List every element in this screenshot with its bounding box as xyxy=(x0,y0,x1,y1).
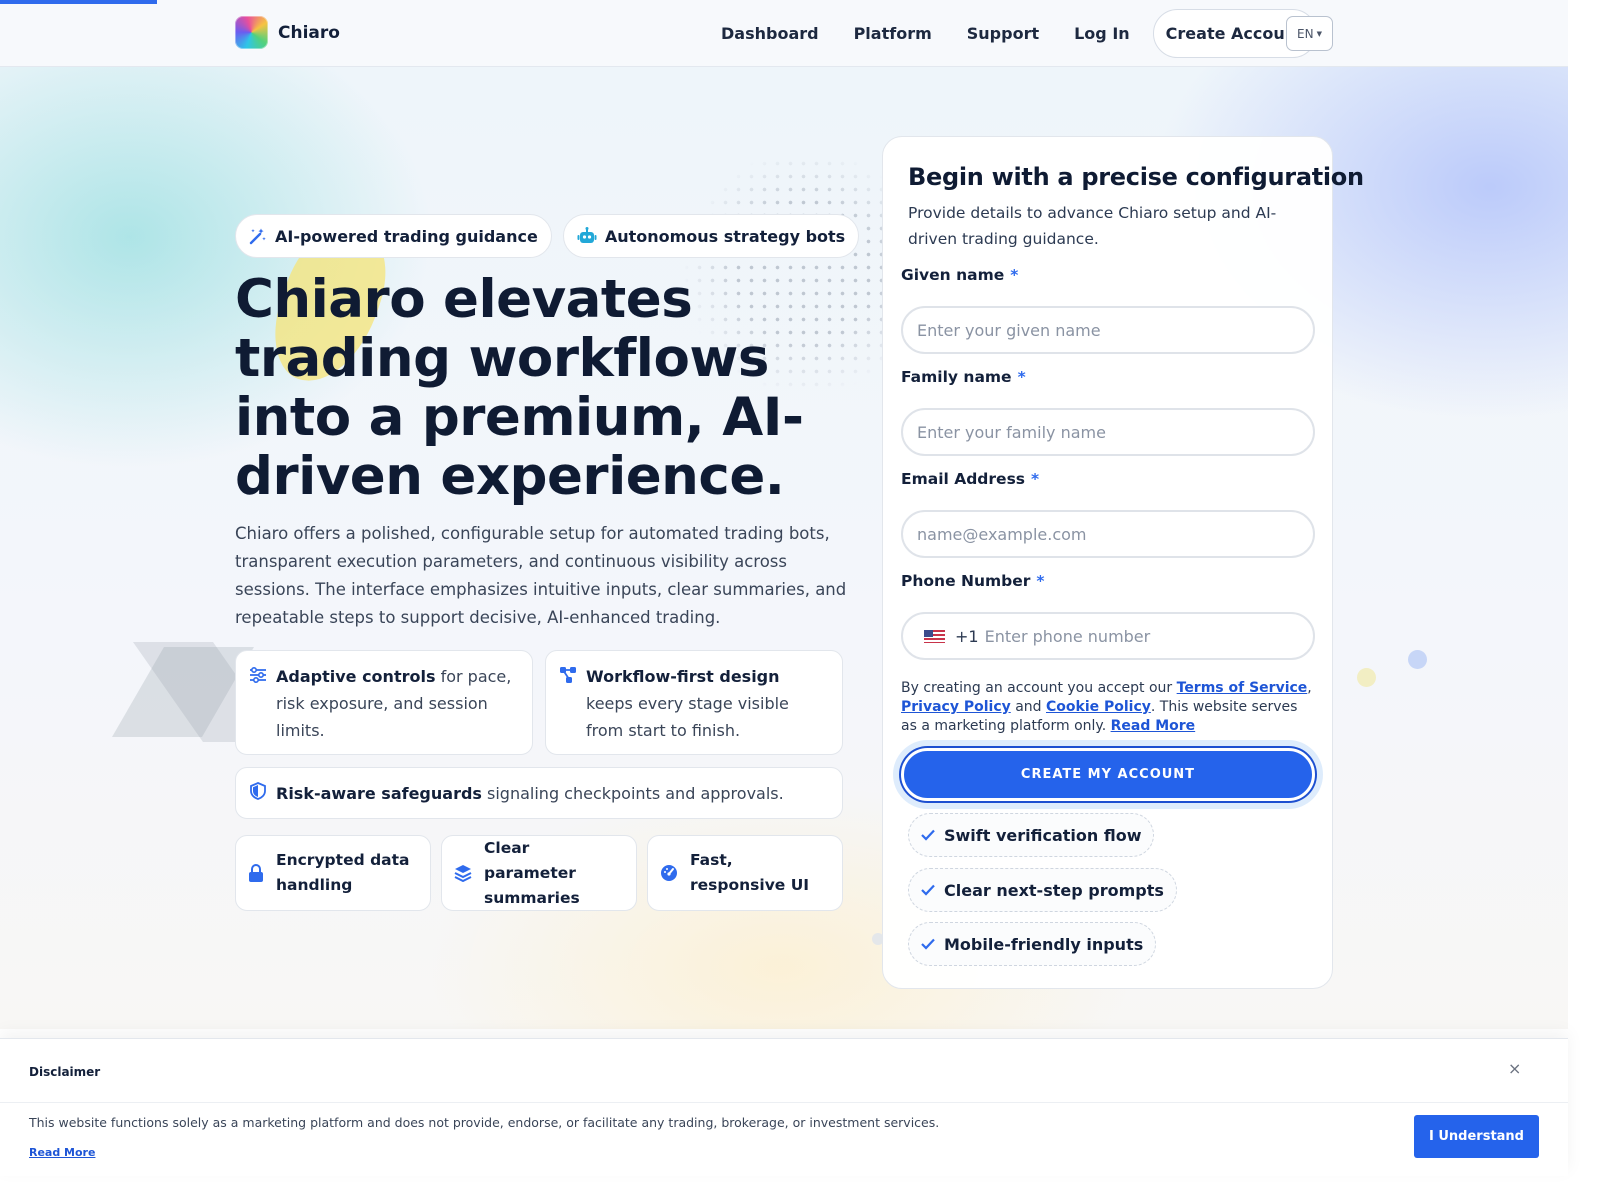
chip-ai-guidance: AI-powered trading guidance xyxy=(235,214,552,258)
disclaimer-banner: Disclaimer × This website functions sole… xyxy=(0,1038,1568,1176)
mini-feature-label: Fast, responsive UI xyxy=(690,851,810,894)
phone-label: Phone Number * xyxy=(901,572,1045,590)
feature-title: Adaptive controls xyxy=(276,667,436,686)
chip-label: AI-powered trading guidance xyxy=(275,226,538,246)
disclaimer-title: Disclaimer xyxy=(29,1065,101,1079)
mini-feature-fast-ui: Fast, responsive UI xyxy=(647,835,843,911)
privacy-policy-link[interactable]: Privacy Policy xyxy=(901,699,1011,715)
terms-of-service-link[interactable]: Terms of Service xyxy=(1177,680,1308,696)
brand-name: Chiaro xyxy=(278,22,340,43)
i-understand-button[interactable]: I Understand xyxy=(1414,1115,1539,1158)
page-progress-bar xyxy=(0,0,157,4)
feature-text: keeps every stage visible from start to … xyxy=(586,694,789,740)
phone-field: +1 xyxy=(901,612,1315,660)
check-icon xyxy=(921,884,935,896)
mini-feature-label: Clear parameter summaries xyxy=(484,838,580,907)
chip-label: Autonomous strategy bots xyxy=(604,226,846,246)
layers-icon xyxy=(454,865,472,882)
feature-text: signaling checkpoints and approvals. xyxy=(481,784,784,803)
required-mark: * xyxy=(1010,266,1019,284)
close-icon[interactable]: × xyxy=(1508,1059,1521,1078)
feature-workflow-design: Workflow-first design keeps every stage … xyxy=(545,650,843,755)
phone-input[interactable] xyxy=(984,626,1313,646)
email-label: Email Address * xyxy=(901,470,1040,488)
family-name-input[interactable] xyxy=(901,408,1315,456)
benefit-label: Swift verification flow xyxy=(944,825,1142,845)
brand-logo-icon xyxy=(235,16,268,49)
us-flag-icon[interactable] xyxy=(924,629,945,643)
nav-dashboard[interactable]: Dashboard xyxy=(721,24,819,43)
magic-wand-icon xyxy=(249,228,266,245)
check-icon xyxy=(921,829,935,841)
chevron-down-icon: ▼ xyxy=(1316,29,1322,38)
robot-icon xyxy=(577,227,597,243)
disclaimer-read-more-link[interactable]: Read More xyxy=(29,1146,95,1159)
family-name-label: Family name * xyxy=(901,368,1026,386)
language-value: EN xyxy=(1297,26,1314,41)
workflow-icon xyxy=(560,667,576,683)
hero-chips: AI-powered trading guidance Autonomous s… xyxy=(235,214,860,258)
benefit-verification: Swift verification flow xyxy=(908,813,1155,857)
benefit-label: Clear next-step prompts xyxy=(944,880,1164,900)
hero-section: AI-powered trading guidance Autonomous s… xyxy=(0,67,1568,1029)
required-mark: * xyxy=(1031,470,1040,488)
nav-support[interactable]: Support xyxy=(967,24,1039,43)
check-icon xyxy=(921,938,935,950)
terms-text: By creating an account you accept our Te… xyxy=(901,680,1312,734)
dial-code[interactable]: +1 xyxy=(955,627,979,646)
required-mark: * xyxy=(1036,572,1045,590)
shield-icon xyxy=(250,782,266,800)
form-subtitle: Provide details to advance Chiaro setup … xyxy=(908,204,1277,248)
chip-strategy-bots: Autonomous strategy bots xyxy=(562,214,860,258)
nav-platform[interactable]: Platform xyxy=(854,24,932,43)
lock-icon xyxy=(249,864,263,882)
form-title: Begin with a precise configuration xyxy=(908,163,1364,191)
hero-description: Chiaro offers a polished, configurable s… xyxy=(235,524,847,627)
benefit-next-steps: Clear next-step prompts xyxy=(908,868,1177,912)
terms-read-more-link[interactable]: Read More xyxy=(1111,718,1196,734)
required-mark: * xyxy=(1017,368,1026,386)
bubble-decoration-yellow xyxy=(1357,668,1376,687)
brand[interactable]: Chiaro xyxy=(235,16,340,49)
feature-title: Workflow-first design xyxy=(586,667,780,686)
mini-feature-summaries: Clear parameter summaries xyxy=(441,835,637,911)
mini-feature-encrypted: Encrypted data handling xyxy=(235,835,431,911)
nav-login[interactable]: Log In xyxy=(1074,24,1130,43)
feature-title: Risk-aware safeguards xyxy=(276,784,482,803)
main-nav: Dashboard Platform Support Log In Create… xyxy=(721,9,1317,58)
given-name-label: Given name * xyxy=(901,266,1019,284)
language-selector[interactable]: EN ▼ xyxy=(1286,16,1333,51)
bubble-decoration-blue xyxy=(1408,650,1427,669)
feature-risk-safeguards: Risk-aware safeguards signaling checkpoi… xyxy=(235,767,843,819)
disclaimer-divider xyxy=(0,1102,1568,1103)
sliders-icon xyxy=(250,666,266,684)
speedometer-icon xyxy=(661,865,677,881)
disclaimer-text: This website functions solely as a marke… xyxy=(29,1115,940,1130)
hero-title: Chiaro elevates trading workflows into a… xyxy=(235,269,804,507)
benefit-label: Mobile-friendly inputs xyxy=(944,934,1144,954)
benefit-mobile: Mobile-friendly inputs xyxy=(908,922,1157,966)
create-my-account-button[interactable]: CREATE MY ACCOUNT xyxy=(901,748,1315,801)
signup-form-panel: Begin with a precise configuration Provi… xyxy=(882,136,1364,989)
given-name-input[interactable] xyxy=(901,306,1315,354)
feature-adaptive-controls: Adaptive controls for pace, risk exposur… xyxy=(235,650,533,755)
cookie-policy-link[interactable]: Cookie Policy xyxy=(1046,699,1151,715)
email-input[interactable] xyxy=(901,510,1315,558)
mini-feature-label: Encrypted data handling xyxy=(276,851,410,894)
site-header: Chiaro Dashboard Platform Support Log In… xyxy=(0,0,1568,67)
